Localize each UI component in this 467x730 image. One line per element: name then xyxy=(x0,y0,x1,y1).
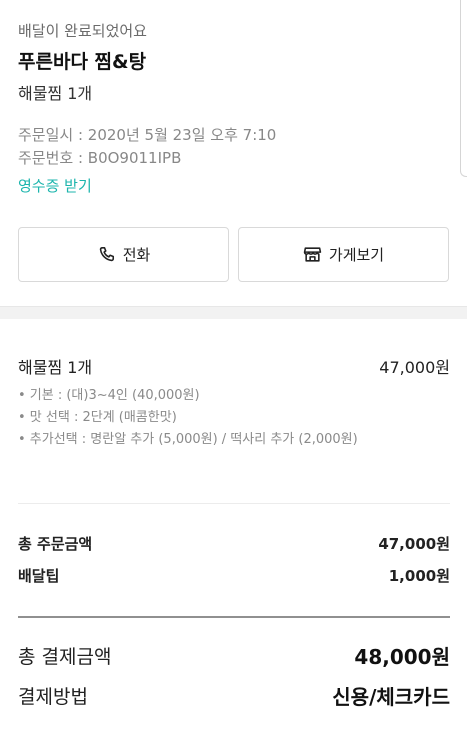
payment-method-value: 신용/체크카드 xyxy=(332,685,450,709)
delivery-status: 배달이 완료되었어요 xyxy=(18,22,147,40)
item-name: 해물찜 1개 xyxy=(18,358,93,377)
store-name: 푸른바다 찜&탕 xyxy=(18,51,147,73)
scroll-indicator[interactable] xyxy=(460,0,467,177)
order-number: 주문번호 : B0O9011IPB xyxy=(18,149,182,167)
payment-method-label: 결제방법 xyxy=(18,686,88,708)
item-option-extras: • 추가선택 : 명란알 추가 (5,000원) / 떡사리 추가 (2,000… xyxy=(18,432,358,447)
view-store-button-label: 가게보기 xyxy=(328,246,385,264)
phone-icon xyxy=(99,246,114,262)
order-total-label: 총 주문금액 xyxy=(18,535,93,553)
order-detail-page: 배달이 완료되었어요 푸른바다 찜&탕 해물찜 1개 주문일시 : 2020년 … xyxy=(0,0,467,730)
call-button-label: 전화 xyxy=(122,246,151,264)
delivery-tip-value: 1,000원 xyxy=(388,567,450,585)
call-button[interactable]: 전화 xyxy=(18,227,229,282)
item-price: 47,000원 xyxy=(379,358,450,377)
section-divider xyxy=(0,306,467,319)
store-icon xyxy=(303,247,322,262)
payment-method-row: 결제방법 신용/체크카드 xyxy=(18,680,450,714)
order-totals: 총 주문금액 47,000원 배달팁 1,000원 xyxy=(18,531,450,589)
order-total-row: 총 주문금액 47,000원 xyxy=(18,531,450,557)
payment-total-label: 총 결제금액 xyxy=(18,646,112,668)
order-items: 해물찜 1개 47,000원 • 기본 : (대)3~4인 (40,000원) … xyxy=(18,356,450,450)
delivery-tip-label: 배달팁 xyxy=(18,567,60,585)
items-divider xyxy=(18,503,450,504)
action-buttons: 전화 가게보기 xyxy=(18,227,449,282)
payment-total-value: 48,000원 xyxy=(354,645,450,669)
item-row: 해물찜 1개 47,000원 xyxy=(18,356,450,380)
receipt-link[interactable]: 영수증 받기 xyxy=(18,175,92,197)
delivery-tip-row: 배달팁 1,000원 xyxy=(18,563,450,589)
order-meta: 주문일시 : 2020년 5월 23일 오후 7:10 주문번호 : B0O90… xyxy=(18,124,449,170)
order-datetime: 주문일시 : 2020년 5월 23일 오후 7:10 xyxy=(18,126,277,144)
order-summary: 해물찜 1개 xyxy=(18,84,93,103)
payment-summary: 총 결제금액 48,000원 결제방법 신용/체크카드 xyxy=(18,640,450,714)
payment-divider xyxy=(18,616,450,618)
order-total-value: 47,000원 xyxy=(378,535,450,553)
payment-total-row: 총 결제금액 48,000원 xyxy=(18,640,450,674)
order-header: 배달이 완료되었어요 푸른바다 찜&탕 해물찜 1개 주문일시 : 2020년 … xyxy=(0,0,467,197)
item-option-flavor: • 맛 선택 : 2단계 (매콤한맛) xyxy=(18,410,177,425)
view-store-button[interactable]: 가게보기 xyxy=(238,227,449,282)
item-option-base: • 기본 : (대)3~4인 (40,000원) xyxy=(18,388,200,403)
